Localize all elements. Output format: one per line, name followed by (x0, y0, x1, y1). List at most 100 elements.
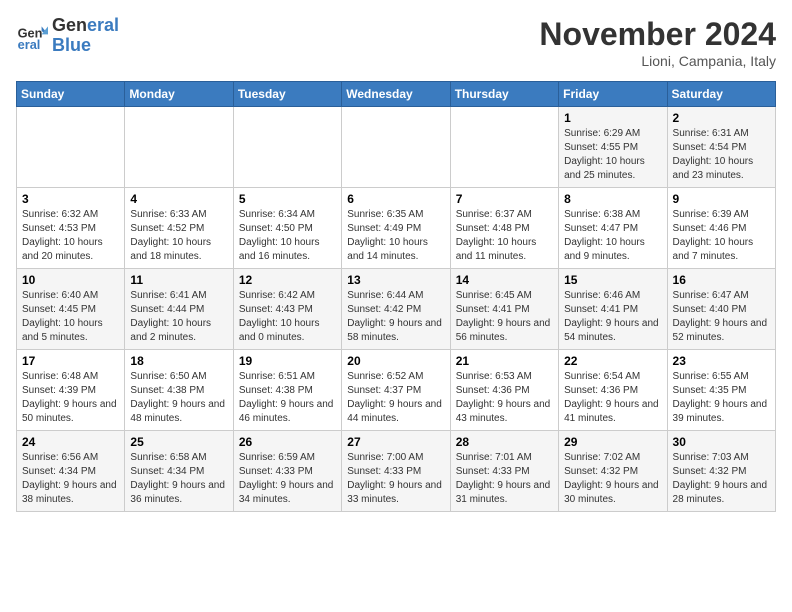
calendar-cell: 19Sunrise: 6:51 AMSunset: 4:38 PMDayligh… (233, 350, 341, 431)
calendar-cell: 7Sunrise: 6:37 AMSunset: 4:48 PMDaylight… (450, 188, 558, 269)
calendar-cell (17, 107, 125, 188)
calendar-cell: 10 Sunrise: 6:40 AMSunset: 4:45 PMDayligh… (17, 269, 125, 350)
day-number: 5 (239, 192, 336, 206)
calendar-cell: 14Sunrise: 6:45 AMSunset: 4:41 PMDayligh… (450, 269, 558, 350)
day-number: 19 (239, 354, 336, 368)
calendar-cell: 18 Sunrise: 6:50 AMSunset: 4:38 PMDayligh… (125, 350, 233, 431)
day-info: Sunrise: 6:45 AMSunset: 4:41 PMDaylight:… (456, 289, 553, 345)
calendar-cell: 29 Sunrise: 7:02 AMSunset: 4:32 PMDayligh… (559, 431, 667, 512)
calendar-cell: 11 Sunrise: 6:41 AMSunset: 4:44 PMDayligh… (125, 269, 233, 350)
calendar-cell: 23 Sunrise: 6:55 AMSunset: 4:35 PMDayligh… (667, 350, 775, 431)
calendar-cell: 27 Sunrise: 7:00 AMSunset: 4:33 PMDayligh… (342, 431, 450, 512)
day-number: 20 (347, 354, 444, 368)
day-number: 11 (130, 273, 227, 287)
day-number: 13 (347, 273, 444, 287)
day-info: Sunrise: 6:33 AMSunset: 4:52 PMDaylight:… (130, 208, 227, 264)
day-number: 27 (347, 435, 444, 449)
day-number: 3 (22, 192, 119, 206)
day-info: Sunrise: 6:48 AMSunset: 4:39 PMDaylight:… (22, 370, 119, 426)
day-number: 9 (673, 192, 770, 206)
day-header-wednesday: Wednesday (342, 82, 450, 107)
day-info: Sunrise: 6:34 AMSunset: 4:50 PMDaylight:… (239, 208, 336, 264)
svg-text:eral: eral (18, 37, 41, 52)
day-number: 7 (456, 192, 553, 206)
day-number: 26 (239, 435, 336, 449)
calendar-cell: 30 Sunrise: 7:03 AMSunset: 4:32 PMDayligh… (667, 431, 775, 512)
day-info: Sunrise: 7:02 AMSunset: 4:32 PMDaylight:… (564, 451, 661, 507)
day-number: 30 (673, 435, 770, 449)
day-number: 2 (673, 111, 770, 125)
day-number: 8 (564, 192, 661, 206)
day-number: 6 (347, 192, 444, 206)
day-info: Sunrise: 6:46 AMSunset: 4:41 PMDaylight:… (564, 289, 661, 345)
day-number: 17 (22, 354, 119, 368)
logo-icon: Gen eral (16, 20, 48, 52)
day-header-sunday: Sunday (17, 82, 125, 107)
calendar-cell: 8 Sunrise: 6:38 AMSunset: 4:47 PMDaylight… (559, 188, 667, 269)
page-header: Gen eral General Blue November 2024 Lion… (16, 16, 776, 69)
calendar-cell: 17 Sunrise: 6:48 AMSunset: 4:39 PMDayligh… (17, 350, 125, 431)
day-info: Sunrise: 6:44 AMSunset: 4:42 PMDaylight:… (347, 289, 444, 345)
day-info: Sunrise: 6:47 AMSunset: 4:40 PMDaylight:… (673, 289, 770, 345)
day-info: Sunrise: 6:41 AMSunset: 4:44 PMDaylight:… (130, 289, 227, 345)
day-number: 28 (456, 435, 553, 449)
day-info: Sunrise: 6:53 AMSunset: 4:36 PMDaylight:… (456, 370, 553, 426)
day-number: 12 (239, 273, 336, 287)
calendar-week-4: 17 Sunrise: 6:48 AMSunset: 4:39 PMDayligh… (17, 350, 776, 431)
day-info: Sunrise: 7:01 AMSunset: 4:33 PMDaylight:… (456, 451, 553, 507)
day-info: Sunrise: 6:39 AMSunset: 4:46 PMDaylight:… (673, 208, 770, 264)
day-number: 24 (22, 435, 119, 449)
day-info: Sunrise: 6:29 AMSunset: 4:55 PMDaylight:… (564, 127, 661, 183)
day-header-friday: Friday (559, 82, 667, 107)
calendar-cell: 6 Sunrise: 6:35 AMSunset: 4:49 PMDaylight… (342, 188, 450, 269)
day-header-monday: Monday (125, 82, 233, 107)
calendar-cell (450, 107, 558, 188)
title-block: November 2024 Lioni, Campania, Italy (539, 16, 776, 69)
calendar-cell: 9 Sunrise: 6:39 AMSunset: 4:46 PMDaylight… (667, 188, 775, 269)
calendar-cell: 3 Sunrise: 6:32 AMSunset: 4:53 PMDaylight… (17, 188, 125, 269)
calendar-cell (233, 107, 341, 188)
day-header-tuesday: Tuesday (233, 82, 341, 107)
day-number: 1 (564, 111, 661, 125)
calendar-cell: 13 Sunrise: 6:44 AMSunset: 4:42 PMDayligh… (342, 269, 450, 350)
day-info: Sunrise: 6:32 AMSunset: 4:53 PMDaylight:… (22, 208, 119, 264)
calendar-cell: 28 Sunrise: 7:01 AMSunset: 4:33 PMDayligh… (450, 431, 558, 512)
day-info: Sunrise: 6:54 AMSunset: 4:36 PMDaylight:… (564, 370, 661, 426)
calendar-cell: 2Sunrise: 6:31 AMSunset: 4:54 PMDaylight… (667, 107, 775, 188)
day-info: Sunrise: 7:00 AMSunset: 4:33 PMDaylight:… (347, 451, 444, 507)
day-info: Sunrise: 6:58 AMSunset: 4:34 PMDaylight:… (130, 451, 227, 507)
calendar-cell: 4 Sunrise: 6:33 AMSunset: 4:52 PMDaylight… (125, 188, 233, 269)
day-info: Sunrise: 6:56 AMSunset: 4:34 PMDaylight:… (22, 451, 119, 507)
day-number: 29 (564, 435, 661, 449)
day-info: Sunrise: 6:59 AMSunset: 4:33 PMDaylight:… (239, 451, 336, 507)
calendar-cell: 15 Sunrise: 6:46 AMSunset: 4:41 PMDayligh… (559, 269, 667, 350)
day-number: 15 (564, 273, 661, 287)
day-number: 21 (456, 354, 553, 368)
calendar-cell: 5 Sunrise: 6:34 AMSunset: 4:50 PMDaylight… (233, 188, 341, 269)
day-header-saturday: Saturday (667, 82, 775, 107)
calendar-week-5: 24 Sunrise: 6:56 AMSunset: 4:34 PMDayligh… (17, 431, 776, 512)
day-number: 23 (673, 354, 770, 368)
day-info: Sunrise: 6:35 AMSunset: 4:49 PMDaylight:… (347, 208, 444, 264)
day-info: Sunrise: 6:40 AMSunset: 4:45 PMDaylight:… (22, 289, 119, 345)
calendar-cell: 22Sunrise: 6:54 AMSunset: 4:36 PMDayligh… (559, 350, 667, 431)
day-info: Sunrise: 6:50 AMSunset: 4:38 PMDaylight:… (130, 370, 227, 426)
calendar-cell: 20 Sunrise: 6:52 AMSunset: 4:37 PMDayligh… (342, 350, 450, 431)
day-number: 25 (130, 435, 227, 449)
day-number: 18 (130, 354, 227, 368)
day-info: Sunrise: 6:38 AMSunset: 4:47 PMDaylight:… (564, 208, 661, 264)
location: Lioni, Campania, Italy (539, 53, 776, 69)
calendar-cell: 26 Sunrise: 6:59 AMSunset: 4:33 PMDayligh… (233, 431, 341, 512)
day-number: 4 (130, 192, 227, 206)
calendar-cell: 1 Sunrise: 6:29 AMSunset: 4:55 PMDaylight… (559, 107, 667, 188)
calendar-cell: 12 Sunrise: 6:42 AMSunset: 4:43 PMDayligh… (233, 269, 341, 350)
day-info: Sunrise: 6:42 AMSunset: 4:43 PMDaylight:… (239, 289, 336, 345)
calendar-header-row: SundayMondayTuesdayWednesdayThursdayFrid… (17, 82, 776, 107)
day-number: 10 (22, 273, 119, 287)
day-info: Sunrise: 7:03 AMSunset: 4:32 PMDaylight:… (673, 451, 770, 507)
day-info: Sunrise: 6:55 AMSunset: 4:35 PMDaylight:… (673, 370, 770, 426)
logo-text: General Blue (52, 16, 119, 56)
day-info: Sunrise: 6:52 AMSunset: 4:37 PMDaylight:… (347, 370, 444, 426)
day-number: 16 (673, 273, 770, 287)
calendar-cell: 16 Sunrise: 6:47 AMSunset: 4:40 PMDayligh… (667, 269, 775, 350)
